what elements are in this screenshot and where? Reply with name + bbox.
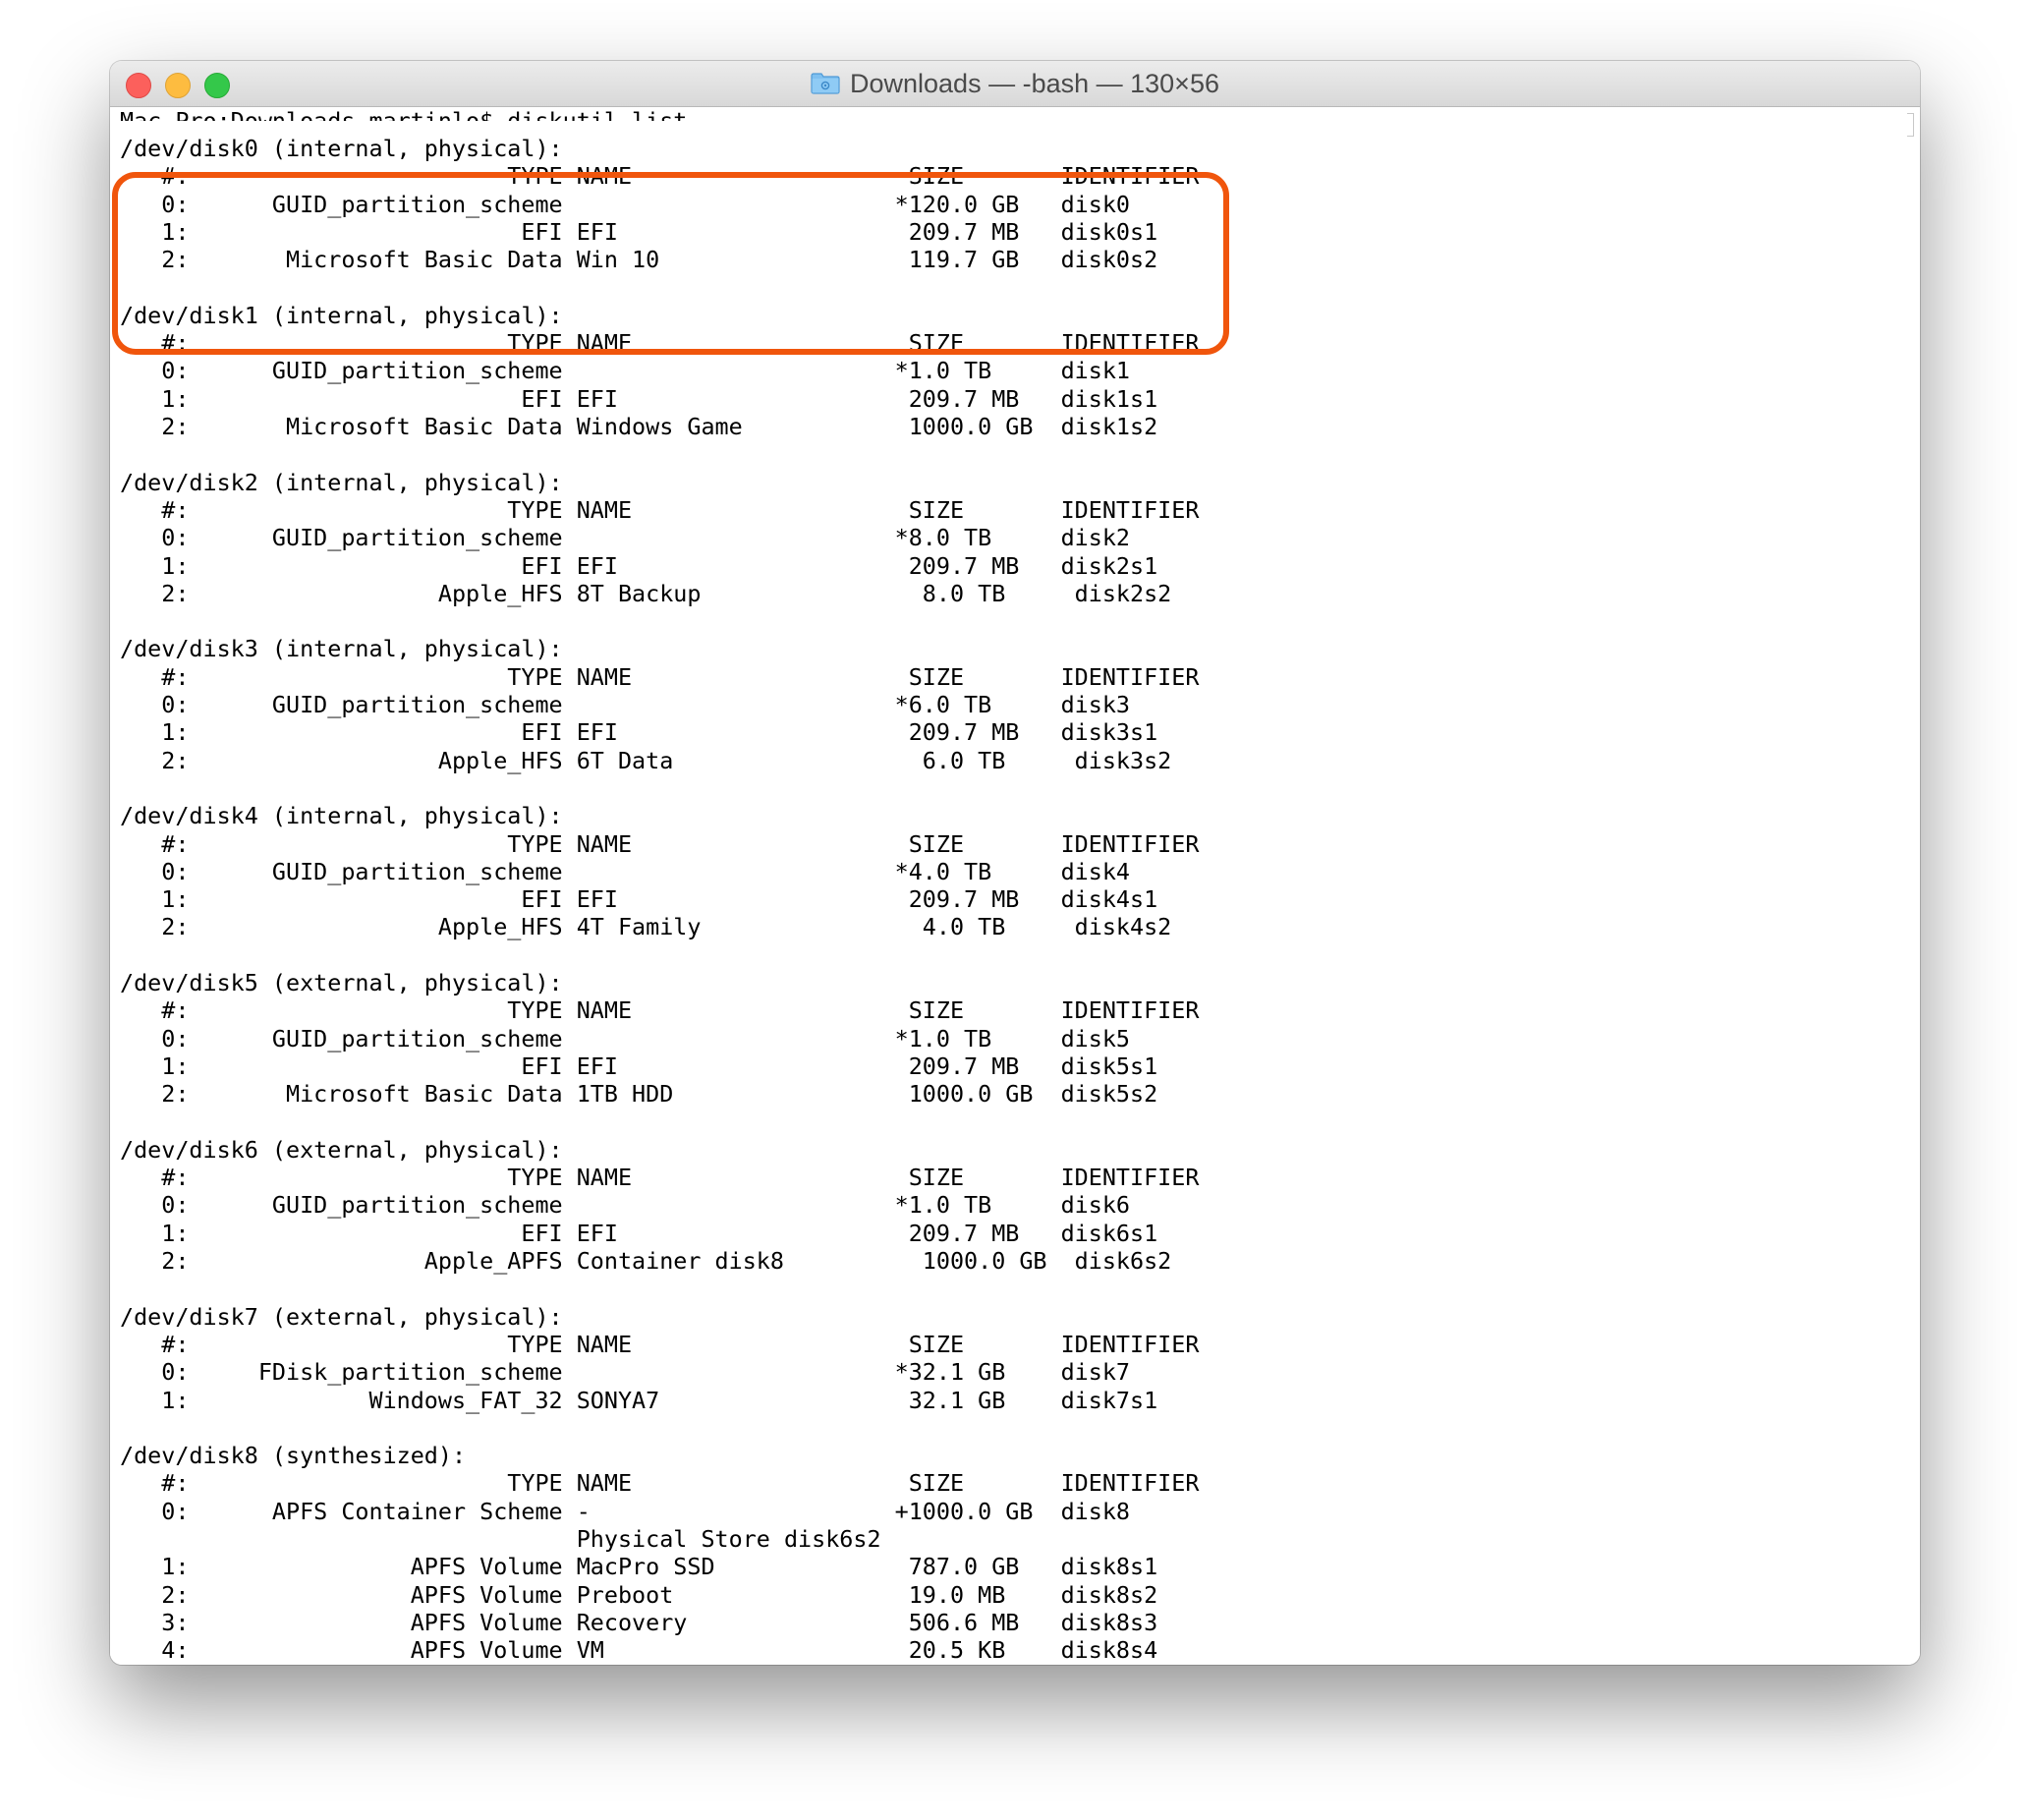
terminal-line: 0: GUID_partition_scheme *4.0 TB disk4	[120, 857, 1131, 885]
terminal-line: 1: EFI EFI 209.7 MB disk4s1	[120, 885, 1158, 914]
terminal-line: #: TYPE NAME SIZE IDENTIFIER	[120, 1164, 1200, 1192]
terminal-line: #: TYPE NAME SIZE IDENTIFIER	[120, 495, 1200, 524]
terminal-line: /dev/disk4 (internal, physical):	[120, 802, 563, 830]
terminal-line: 1: EFI EFI 209.7 MB disk3s1	[120, 718, 1158, 747]
terminal-line: 2: Microsoft Basic Data Windows Game 100…	[120, 413, 1158, 440]
scroll-indicator[interactable]	[1907, 113, 1914, 137]
terminal-line: /dev/disk0 (internal, physical):	[120, 135, 563, 162]
title-bar[interactable]: Downloads — -bash — 130×56	[110, 61, 1920, 107]
terminal-line: #: TYPE NAME SIZE IDENTIFIER	[120, 996, 1200, 1025]
terminal-line: 2: Apple_HFS 8T Backup 8.0 TB disk2s2	[120, 579, 1172, 607]
terminal-line: /dev/disk6 (external, physical):	[120, 1135, 563, 1164]
command-prompt: Mac-Pro:Downloads martinlo$ diskutil lis…	[120, 107, 688, 121]
terminal-line: 1: APFS Volume MacPro SSD 787.0 GB disk8…	[120, 1553, 1158, 1581]
terminal-line: 0: GUID_partition_scheme *1.0 TB disk5	[120, 1024, 1131, 1052]
terminal-line: 3: APFS Volume Recovery 506.6 MB disk8s3	[120, 1608, 1158, 1636]
terminal-line: #: TYPE NAME SIZE IDENTIFIER	[120, 829, 1200, 858]
terminal-line: 1: EFI EFI 209.7 MB disk2s1	[120, 551, 1158, 580]
terminal-line: /dev/disk7 (external, physical):	[120, 1302, 563, 1331]
terminal-line: 0: GUID_partition_scheme *1.0 TB disk1	[120, 357, 1131, 385]
terminal-line: 2: APFS Volume Preboot 19.0 MB disk8s2	[120, 1580, 1158, 1609]
window-title: Downloads — -bash — 130×56	[850, 68, 1219, 98]
terminal-line: 0: GUID_partition_scheme *1.0 TB disk6	[120, 1191, 1131, 1220]
terminal-line: 0: FDisk_partition_scheme *32.1 GB disk7	[120, 1358, 1131, 1387]
terminal-content[interactable]: Mac-Pro:Downloads martinlo$ diskutil lis…	[110, 107, 1920, 1665]
terminal-line: #: TYPE NAME SIZE IDENTIFIER	[120, 1330, 1200, 1358]
terminal-line: Physical Store disk6s2	[120, 1525, 881, 1553]
terminal-line: 4: APFS Volume VM 20.5 KB disk8s4	[120, 1636, 1158, 1665]
terminal-line: /dev/disk8 (synthesized):	[120, 1442, 467, 1470]
terminal-line: /dev/disk5 (external, physical):	[120, 969, 563, 996]
folder-icon	[811, 73, 840, 94]
terminal-line: 2: Apple_HFS 4T Family 4.0 TB disk4s2	[120, 913, 1172, 941]
terminal-line: 1: EFI EFI 209.7 MB disk5s1	[120, 1052, 1158, 1080]
terminal-line: 0: GUID_partition_scheme *6.0 TB disk3	[120, 691, 1131, 718]
terminal-line: 2: Microsoft Basic Data 1TB HDD 1000.0 G…	[120, 1080, 1158, 1109]
terminal-line: 2: Apple_APFS Container disk8 1000.0 GB …	[120, 1247, 1172, 1275]
terminal-window: Downloads — -bash — 130×56 Mac-Pro:Downl…	[110, 61, 1920, 1665]
terminal-line: #: TYPE NAME SIZE IDENTIFIER	[120, 662, 1200, 691]
terminal-line: 1: EFI EFI 209.7 MB disk1s1	[120, 384, 1158, 413]
terminal-line: /dev/disk2 (internal, physical):	[120, 468, 563, 496]
disk0-highlight-box	[112, 172, 1229, 355]
terminal-line: 0: GUID_partition_scheme *8.0 TB disk2	[120, 524, 1131, 552]
terminal-line: #: TYPE NAME SIZE IDENTIFIER	[120, 1469, 1200, 1498]
terminal-line: 2: Apple_HFS 6T Data 6.0 TB disk3s2	[120, 746, 1172, 774]
terminal-line: 1: EFI EFI 209.7 MB disk6s1	[120, 1219, 1158, 1247]
terminal-line: /dev/disk3 (internal, physical):	[120, 635, 563, 663]
terminal-line: 1: Windows_FAT_32 SONYA7 32.1 GB disk7s1	[120, 1386, 1158, 1414]
terminal-line: 0: APFS Container Scheme - +1000.0 GB di…	[120, 1497, 1131, 1525]
